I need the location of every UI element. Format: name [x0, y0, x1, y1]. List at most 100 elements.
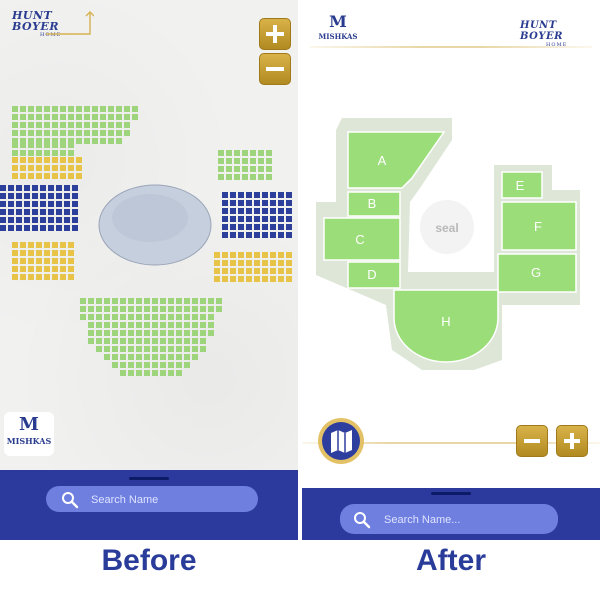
seat[interactable]	[12, 150, 18, 156]
seat[interactable]	[286, 208, 292, 214]
seat[interactable]	[12, 173, 18, 179]
seat[interactable]	[44, 157, 50, 163]
seat[interactable]	[234, 158, 240, 164]
seat[interactable]	[266, 150, 272, 156]
seat[interactable]	[104, 322, 110, 328]
seat[interactable]	[184, 338, 190, 344]
seat[interactable]	[222, 268, 228, 274]
seat[interactable]	[120, 338, 126, 344]
bottom-sheet[interactable]	[0, 470, 298, 540]
seat[interactable]	[76, 173, 82, 179]
seat[interactable]	[160, 354, 166, 360]
seat[interactable]	[100, 130, 106, 136]
seat[interactable]	[24, 225, 30, 231]
seat[interactable]	[68, 258, 74, 264]
seat[interactable]	[124, 122, 130, 128]
seat[interactable]	[128, 338, 134, 344]
seat[interactable]	[208, 330, 214, 336]
seat[interactable]	[108, 122, 114, 128]
seat[interactable]	[254, 208, 260, 214]
seat[interactable]	[120, 298, 126, 304]
seat[interactable]	[76, 122, 82, 128]
seat[interactable]	[104, 306, 110, 312]
seat[interactable]	[278, 208, 284, 214]
seat[interactable]	[270, 252, 276, 258]
seat[interactable]	[234, 150, 240, 156]
seat[interactable]	[88, 314, 94, 320]
seat[interactable]	[160, 322, 166, 328]
search-bar[interactable]	[46, 486, 258, 514]
seat[interactable]	[32, 217, 38, 223]
seat[interactable]	[44, 122, 50, 128]
seat[interactable]	[192, 346, 198, 352]
seat[interactable]	[44, 258, 50, 264]
seat[interactable]	[64, 225, 70, 231]
seat[interactable]	[108, 114, 114, 120]
seat[interactable]	[262, 232, 268, 238]
seat[interactable]	[12, 250, 18, 256]
seat[interactable]	[192, 322, 198, 328]
seat[interactable]	[184, 298, 190, 304]
seat[interactable]	[222, 192, 228, 198]
seat[interactable]	[200, 306, 206, 312]
seat[interactable]	[238, 224, 244, 230]
seat[interactable]	[96, 338, 102, 344]
seat[interactable]	[160, 370, 166, 376]
seat[interactable]	[88, 338, 94, 344]
seat[interactable]	[8, 185, 14, 191]
seat[interactable]	[278, 192, 284, 198]
seat[interactable]	[254, 200, 260, 206]
seat[interactable]	[270, 268, 276, 274]
seat[interactable]	[44, 266, 50, 272]
seat[interactable]	[44, 114, 50, 120]
seat[interactable]	[64, 185, 70, 191]
seat[interactable]	[60, 150, 66, 156]
seat[interactable]	[270, 192, 276, 198]
seat[interactable]	[152, 370, 158, 376]
seat[interactable]	[222, 200, 228, 206]
seat[interactable]	[200, 322, 206, 328]
seat[interactable]	[76, 106, 82, 112]
seat[interactable]	[214, 260, 220, 266]
seat[interactable]	[218, 150, 224, 156]
seat[interactable]	[96, 322, 102, 328]
seat[interactable]	[116, 138, 122, 144]
seat[interactable]	[286, 192, 292, 198]
seat[interactable]	[28, 114, 34, 120]
seat[interactable]	[254, 252, 260, 258]
seat[interactable]	[60, 130, 66, 136]
seat[interactable]	[136, 346, 142, 352]
seat[interactable]	[160, 314, 166, 320]
seat[interactable]	[258, 150, 264, 156]
seat[interactable]	[128, 298, 134, 304]
seat[interactable]	[68, 106, 74, 112]
seat[interactable]	[108, 106, 114, 112]
seat[interactable]	[92, 138, 98, 144]
seat[interactable]	[104, 346, 110, 352]
seat[interactable]	[278, 276, 284, 282]
seat[interactable]	[230, 260, 236, 266]
seat[interactable]	[286, 232, 292, 238]
seat[interactable]	[60, 142, 66, 148]
seat[interactable]	[28, 250, 34, 256]
seat[interactable]	[120, 322, 126, 328]
seat[interactable]	[0, 201, 6, 207]
seat[interactable]	[44, 130, 50, 136]
seat[interactable]	[286, 216, 292, 222]
seat[interactable]	[250, 166, 256, 172]
seat[interactable]	[56, 209, 62, 215]
seat[interactable]	[36, 130, 42, 136]
seat[interactable]	[52, 266, 58, 272]
seat[interactable]	[270, 232, 276, 238]
seat[interactable]	[226, 158, 232, 164]
seat[interactable]	[24, 185, 30, 191]
seat[interactable]	[112, 306, 118, 312]
seat[interactable]	[144, 306, 150, 312]
seat[interactable]	[266, 158, 272, 164]
seat[interactable]	[76, 157, 82, 163]
seat[interactable]	[152, 298, 158, 304]
seat-map[interactable]	[0, 100, 298, 400]
seat[interactable]	[44, 242, 50, 248]
seat[interactable]	[8, 201, 14, 207]
seat[interactable]	[176, 354, 182, 360]
